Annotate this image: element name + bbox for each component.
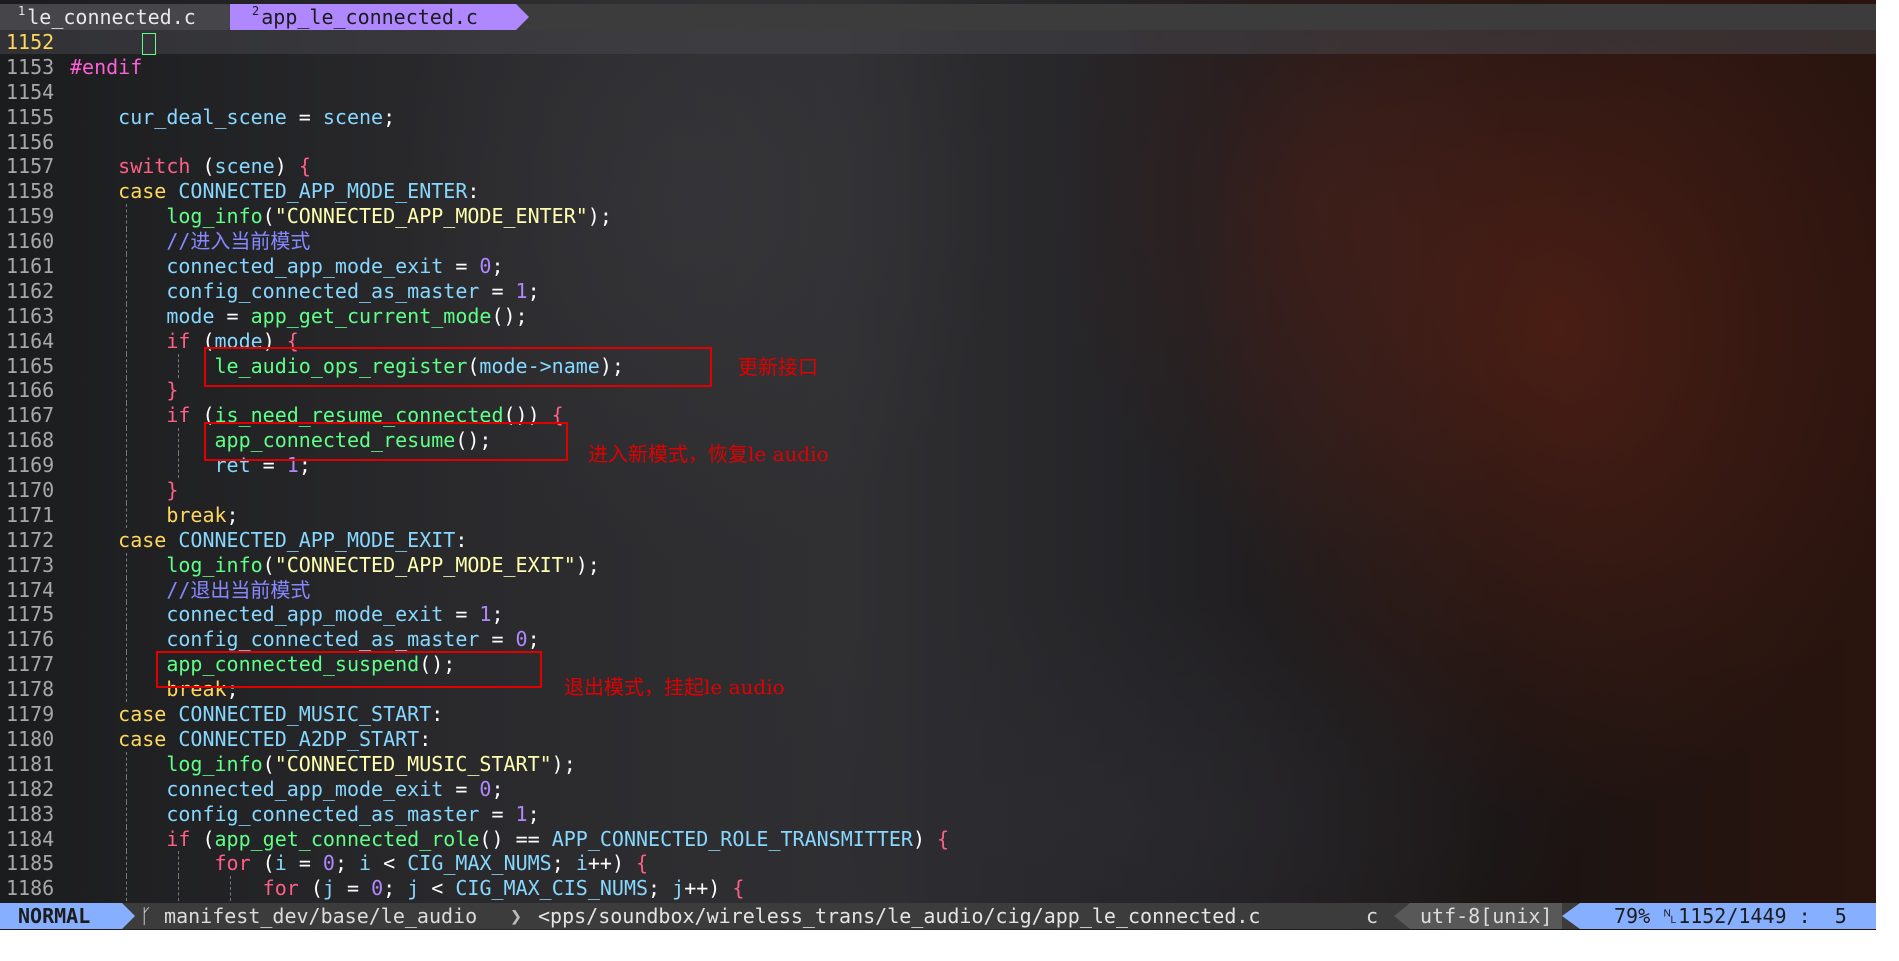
position-separator-arrow bbox=[1562, 903, 1580, 929]
line-number: 1173 bbox=[6, 552, 55, 577]
line-number: 1158 bbox=[6, 179, 55, 204]
line-number: 1183 bbox=[6, 801, 55, 826]
line-number: 1170 bbox=[6, 478, 55, 503]
file-encoding: utf-8[unix] bbox=[1410, 903, 1562, 929]
file-type: c bbox=[1366, 904, 1379, 928]
line-number: 1162 bbox=[6, 278, 55, 303]
line-number: 1161 bbox=[6, 254, 55, 279]
code-line: 1157 switch (scene) { bbox=[6, 154, 311, 179]
code-line: 1153 #endif bbox=[6, 54, 143, 79]
line-number: 1171 bbox=[6, 502, 55, 527]
code-line: 1163 mode = app_get_current_mode(); bbox=[6, 303, 528, 329]
line-number: 1157 bbox=[6, 154, 55, 179]
code-line: 1156 bbox=[0, 130, 1876, 155]
annotation-box-suspend bbox=[156, 651, 542, 688]
line-number: 1176 bbox=[6, 627, 55, 652]
code-buffer[interactable]: 1152 1153 #endif 1154 1155 cur_deal_scene… bbox=[0, 30, 1876, 902]
line-number: 1181 bbox=[6, 751, 55, 776]
line-number: 1167 bbox=[6, 403, 55, 428]
code-line: 1154 bbox=[0, 80, 1876, 105]
code-line: 1175 connected_app_mode_exit = 1; bbox=[6, 602, 504, 628]
annotation-text-register: 更新接口 bbox=[738, 355, 818, 379]
code-line: 1182 connected_app_mode_exit = 0; bbox=[6, 776, 504, 802]
code-line: 1170 } bbox=[6, 478, 179, 503]
scroll-percent: 79% bbox=[1614, 904, 1651, 928]
git-branch-icon: ᚴ bbox=[140, 904, 152, 928]
code-line: 1176 config_connected_as_master = 0; bbox=[6, 627, 540, 653]
status-line: NORMAL ᚴ manifest_dev/base/le_audio ❯ <p… bbox=[0, 903, 1876, 929]
code-line: 1183 config_connected_as_master = 1; bbox=[6, 801, 540, 827]
line-position: 1152/1449 bbox=[1678, 904, 1787, 928]
mode-indicator: NORMAL bbox=[0, 903, 122, 929]
code-line: 1152 bbox=[0, 30, 1876, 55]
tab-number: 1 bbox=[18, 4, 26, 18]
code-line: 1161 connected_app_mode_exit = 0; bbox=[6, 254, 504, 279]
line-number: 1154 bbox=[6, 79, 55, 104]
line-number: 1178 bbox=[6, 677, 55, 702]
line-number: 1166 bbox=[6, 378, 55, 403]
git-branch: manifest_dev/base/le_audio bbox=[164, 904, 478, 928]
line-number: 1168 bbox=[6, 428, 55, 453]
tab-active-arrow bbox=[516, 4, 529, 30]
code-line: 1186 for (j = 0; j < CIG_MAX_CIS_NUMS; j… bbox=[6, 876, 745, 902]
line-number: 1179 bbox=[6, 702, 55, 727]
line-number: 1156 bbox=[6, 129, 55, 154]
code-line: 1172 case CONNECTED_APP_MODE_EXIT: bbox=[6, 527, 468, 552]
mode-separator-arrow bbox=[122, 903, 135, 929]
line-number: 1185 bbox=[6, 851, 55, 876]
line-number: 1163 bbox=[6, 303, 55, 328]
tab-label: app_le_connected.c bbox=[261, 5, 478, 29]
line-number: 1172 bbox=[6, 527, 55, 552]
line-number: 1177 bbox=[6, 652, 55, 677]
code-line: 1159 log_info("CONNECTED_APP_MODE_ENTER"… bbox=[6, 204, 612, 230]
line-number: 1175 bbox=[6, 602, 55, 627]
line-number-icon: ␤ bbox=[1662, 904, 1679, 928]
annotation-box-resume bbox=[204, 422, 568, 461]
encoding-separator-arrow bbox=[1394, 903, 1410, 929]
line-number: 1184 bbox=[6, 826, 55, 851]
text-cursor bbox=[142, 32, 157, 55]
code-line: 1185 for (i = 0; i < CIG_MAX_NUMS; i++) … bbox=[6, 851, 649, 877]
code-line: 1162 config_connected_as_master = 1; bbox=[6, 278, 540, 304]
annotation-text-resume: 进入新模式，恢复le audio bbox=[588, 442, 829, 466]
tab-line: 1 le_connected.c 2 app_le_connected.c bbox=[0, 4, 1876, 30]
code-line: 1155 cur_deal_scene = scene; bbox=[6, 104, 396, 129]
line-number: 1153 bbox=[6, 54, 55, 79]
code-line: 1173 log_info("CONNECTED_APP_MODE_EXIT")… bbox=[6, 552, 600, 578]
code-line: 1171 break; bbox=[6, 502, 239, 528]
line-number: 1165 bbox=[6, 353, 55, 378]
code-line: 1181 log_info("CONNECTED_MUSIC_START"); bbox=[6, 751, 576, 777]
line-number: 1155 bbox=[6, 104, 55, 129]
vim-window: 1 le_connected.c 2 app_le_connected.c 1152… bbox=[0, 0, 1876, 930]
code-line: 1184 if (app_get_connected_role() == APP… bbox=[6, 826, 950, 852]
line-number: 1159 bbox=[6, 204, 55, 229]
file-path: <pps/soundbox/wireless_trans/le_audio/ci… bbox=[538, 904, 1261, 928]
line-number: 1186 bbox=[6, 876, 55, 901]
annotation-text-suspend: 退出模式，挂起le audio bbox=[564, 675, 785, 699]
line-number: 1180 bbox=[6, 726, 55, 751]
line-number: 1152 bbox=[6, 30, 55, 54]
tab-le-connected[interactable]: 1 le_connected.c bbox=[0, 4, 228, 30]
line-number: 1160 bbox=[6, 229, 55, 254]
line-number: 1169 bbox=[6, 453, 55, 478]
tab-label: le_connected.c bbox=[27, 5, 196, 29]
line-number: 1164 bbox=[6, 328, 55, 353]
line-number: 1182 bbox=[6, 776, 55, 801]
cursor-position: 79% ␤1152/1449 : 5 bbox=[1580, 903, 1876, 929]
code-line: 1158 case CONNECTED_APP_MODE_ENTER: bbox=[6, 179, 480, 204]
code-line: 1180 case CONNECTED_A2DP_START: bbox=[6, 726, 432, 751]
code-line: 1160 //进入当前模式 bbox=[6, 229, 311, 255]
column-position: 5 bbox=[1834, 904, 1847, 928]
tab-number: 2 bbox=[252, 4, 260, 18]
code-line: 1179 case CONNECTED_MUSIC_START: bbox=[6, 702, 444, 727]
code-line: 1174 //退出当前模式 bbox=[6, 577, 311, 603]
annotation-box-register bbox=[204, 347, 712, 387]
line-number: 1174 bbox=[6, 577, 55, 602]
status-separator: ❯ bbox=[510, 904, 523, 928]
tab-app-le-connected[interactable]: 2 app_le_connected.c bbox=[230, 4, 516, 30]
